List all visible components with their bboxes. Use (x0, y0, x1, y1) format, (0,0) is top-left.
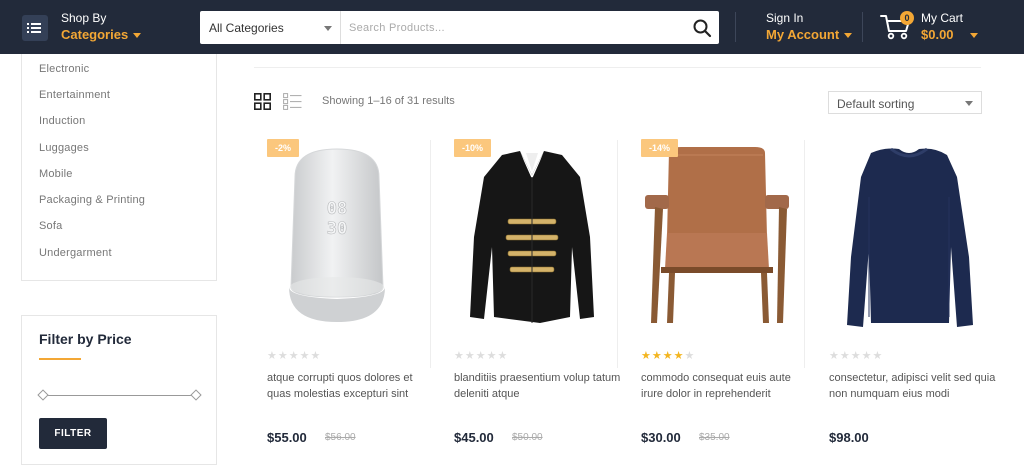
cart-count-badge: 0 (900, 11, 914, 25)
product-name[interactable]: blanditiis praesentium volup tatum delen… (454, 370, 626, 402)
search-icon[interactable] (691, 17, 713, 39)
sort-value: Default sorting (837, 97, 915, 111)
sign-in-link[interactable]: Sign In (766, 11, 803, 25)
search-category-select[interactable]: All Categories (200, 11, 341, 44)
category-item[interactable]: Mobile (39, 168, 73, 180)
top-header: Shop By Categories All Categories Sign I… (0, 0, 1024, 54)
content-divider (254, 67, 981, 68)
category-item[interactable]: Undergarment (39, 247, 112, 259)
search-category-value: All Categories (209, 21, 284, 35)
categories-dropdown[interactable]: Categories (61, 27, 142, 42)
navy-long-sleeve-shirt-image[interactable] (829, 137, 1001, 332)
product-name[interactable]: atque corrupti quos dolores et quas mole… (267, 370, 439, 402)
chevron-down-icon[interactable] (970, 33, 978, 38)
black-jacket-image[interactable] (454, 137, 626, 332)
product-name[interactable]: commodo consequat euis aute irure dolor … (641, 370, 813, 402)
filter-title: Filter by Price (39, 331, 132, 347)
product-price: $55.00 (267, 430, 307, 445)
sort-select[interactable]: Default sorting (828, 91, 982, 114)
category-item[interactable]: Electronic (39, 63, 89, 75)
title-underline (39, 358, 81, 360)
category-item[interactable]: Entertainment (39, 89, 110, 101)
svg-text:30: 30 (327, 219, 347, 239)
product-name[interactable]: consectetur, adipisci velit sed quia non… (829, 370, 1001, 402)
product-card[interactable]: ★★★★★ consectetur, adipisci velit sed qu… (829, 137, 1001, 458)
rating-stars: ★★★★★ (829, 350, 884, 362)
product-old-price: $56.00 (325, 432, 356, 443)
chevron-down-icon (965, 101, 973, 106)
product-card[interactable]: 08 30 -2% ★★★★★ atque corrupti quos dolo… (267, 137, 439, 458)
discount-badge: -14% (641, 139, 679, 157)
category-item[interactable]: Luggages (39, 142, 89, 154)
result-count: Showing 1–16 of 31 results (322, 95, 455, 107)
price-max-handle[interactable] (190, 389, 202, 401)
rating-stars: ★★★★★ (267, 350, 322, 362)
svg-text:08: 08 (327, 199, 347, 219)
filter-button[interactable]: FILTER (39, 418, 107, 449)
discount-badge: -2% (267, 139, 300, 157)
category-item[interactable]: Packaging & Printing (39, 194, 145, 206)
price-min-handle[interactable] (37, 389, 49, 401)
product-old-price: $35.00 (699, 432, 730, 443)
product-price: $98.00 (829, 430, 869, 445)
smart-speaker-image[interactable]: 08 30 (267, 137, 439, 332)
chevron-down-icon (844, 33, 853, 39)
header-divider (862, 12, 863, 42)
chevron-down-icon (324, 26, 332, 31)
my-account-dropdown[interactable]: My Account (766, 27, 853, 42)
product-price: $45.00 (454, 430, 494, 445)
my-cart-label[interactable]: My Cart (921, 11, 963, 25)
rating-stars: ★★★★★ (641, 350, 696, 362)
leather-armchair-image[interactable] (641, 137, 813, 332)
header-divider (735, 12, 736, 42)
product-old-price: $50.00 (512, 432, 543, 443)
search-input[interactable] (342, 11, 682, 44)
shop-by-label: Shop By (61, 11, 107, 25)
rating-stars: ★★★★★ (454, 350, 509, 362)
discount-badge: -10% (454, 139, 492, 157)
product-card[interactable]: -10% ★★★★★ blanditiis praesentium volup … (454, 137, 626, 458)
product-price: $30.00 (641, 430, 681, 445)
chevron-down-icon (133, 33, 142, 39)
grid-view-icon[interactable] (254, 93, 271, 110)
categories-label: Categories (61, 27, 129, 42)
menu-icon[interactable] (22, 15, 48, 41)
search-bar: All Categories (200, 11, 719, 44)
my-account-label: My Account (766, 27, 840, 42)
price-filter-widget: Filter by Price FILTER (21, 315, 217, 465)
price-range-track[interactable] (42, 395, 198, 396)
category-item[interactable]: Sofa (39, 220, 62, 232)
list-view-icon[interactable] (283, 93, 302, 110)
category-item[interactable]: Induction (39, 115, 85, 127)
cart-total[interactable]: $0.00 (921, 27, 954, 42)
category-list: Electronic Entertainment Induction Lugga… (21, 54, 217, 281)
product-card[interactable]: -14% ★★★★★ commodo consequat euis aute i… (641, 137, 813, 458)
